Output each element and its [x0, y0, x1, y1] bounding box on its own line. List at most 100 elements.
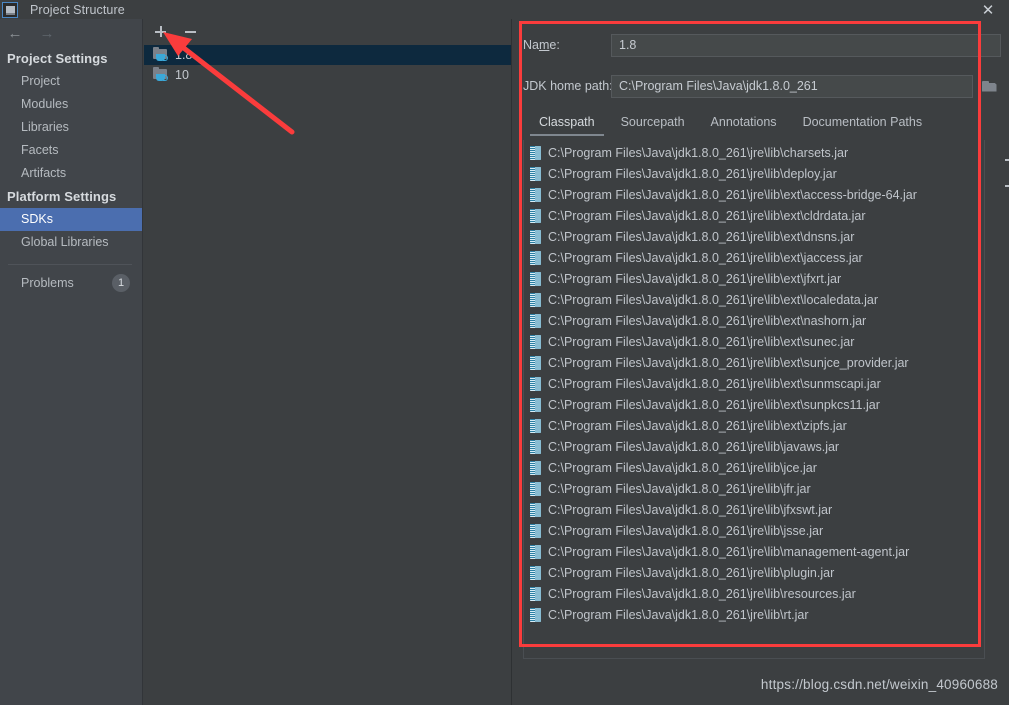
classpath-entry-label: C:\Program Files\Java\jdk1.8.0_261\jre\l…	[548, 229, 855, 244]
classpath-entry-label: C:\Program Files\Java\jdk1.8.0_261\jre\l…	[548, 271, 842, 286]
jar-file-icon	[530, 355, 541, 370]
sidebar-item-libraries[interactable]: Libraries	[0, 116, 142, 139]
classpath-list[interactable]: C:\Program Files\Java\jdk1.8.0_261\jre\l…	[523, 140, 985, 659]
sdk-toolbar	[144, 19, 511, 45]
classpath-row[interactable]: C:\Program Files\Java\jdk1.8.0_261\jre\l…	[524, 478, 984, 499]
classpath-row[interactable]: C:\Program Files\Java\jdk1.8.0_261\jre\l…	[524, 352, 984, 373]
list-item[interactable]: 1.8	[144, 45, 511, 65]
sidebar-item-artifacts[interactable]: Artifacts	[0, 162, 142, 185]
jdk-home-path-row: JDK home path: C:\Program Files\Java\jdk…	[513, 73, 1009, 99]
list-item[interactable]: 10	[144, 65, 511, 85]
folder-open-icon[interactable]	[975, 75, 1003, 98]
classpath-entry-label: C:\Program Files\Java\jdk1.8.0_261\jre\l…	[548, 418, 847, 433]
jar-file-icon	[530, 313, 541, 328]
classpath-row[interactable]: C:\Program Files\Java\jdk1.8.0_261\jre\l…	[524, 499, 984, 520]
name-label: Name:	[523, 38, 560, 52]
name-field-row: Name: 1.8	[513, 32, 1009, 58]
title-bar: Project Structure ✕	[0, 0, 1009, 19]
window-title: Project Structure	[30, 2, 125, 17]
classpath-row[interactable]: C:\Program Files\Java\jdk1.8.0_261\jre\l…	[524, 373, 984, 394]
classpath-entry-label: C:\Program Files\Java\jdk1.8.0_261\jre\l…	[548, 334, 855, 349]
classpath-row[interactable]: C:\Program Files\Java\jdk1.8.0_261\jre\l…	[524, 142, 984, 163]
classpath-entry-label: C:\Program Files\Java\jdk1.8.0_261\jre\l…	[548, 523, 824, 538]
classpath-row[interactable]: C:\Program Files\Java\jdk1.8.0_261\jre\l…	[524, 520, 984, 541]
jar-file-icon	[530, 460, 541, 475]
name-input[interactable]: 1.8	[611, 33, 1001, 57]
classpath-row[interactable]: C:\Program Files\Java\jdk1.8.0_261\jre\l…	[524, 562, 984, 583]
classpath-row[interactable]: C:\Program Files\Java\jdk1.8.0_261\jre\l…	[524, 541, 984, 562]
classpath-entry-label: C:\Program Files\Java\jdk1.8.0_261\jre\l…	[548, 376, 881, 391]
arrow-left-icon[interactable]: ←	[4, 22, 26, 44]
classpath-row[interactable]: C:\Program Files\Java\jdk1.8.0_261\jre\l…	[524, 310, 984, 331]
sdk-item-label: 1.8	[175, 48, 193, 62]
classpath-row[interactable]: C:\Program Files\Java\jdk1.8.0_261\jre\l…	[524, 436, 984, 457]
sdk-detail-panel: Name: 1.8 JDK home path: C:\Program File…	[513, 19, 1009, 705]
problems-count-badge: 1	[112, 274, 130, 292]
classpath-row[interactable]: C:\Program Files\Java\jdk1.8.0_261\jre\l…	[524, 226, 984, 247]
classpath-entry-label: C:\Program Files\Java\jdk1.8.0_261\jre\l…	[548, 166, 837, 181]
jar-file-icon	[530, 376, 541, 391]
jar-file-icon	[530, 334, 541, 349]
sidebar-item-project[interactable]: Project	[0, 70, 142, 93]
sidebar-item-problems[interactable]: Problems 1	[0, 265, 142, 292]
classpath-entry-label: C:\Program Files\Java\jdk1.8.0_261\jre\l…	[548, 187, 917, 202]
classpath-row[interactable]: C:\Program Files\Java\jdk1.8.0_261\jre\l…	[524, 604, 984, 625]
tab-sourcepath[interactable]: Sourcepath	[608, 115, 698, 136]
sidebar-item-global-libraries[interactable]: Global Libraries	[0, 231, 142, 254]
jar-file-icon	[530, 145, 541, 160]
settings-sidebar: ← → Project Settings Project Modules Lib…	[0, 19, 143, 705]
project-structure-dialog: Project Structure ✕ ← → Project Settings…	[0, 0, 1009, 705]
classpath-side-toolbar	[1000, 140, 1009, 659]
jar-file-icon	[530, 502, 541, 517]
classpath-row[interactable]: C:\Program Files\Java\jdk1.8.0_261\jre\l…	[524, 205, 984, 226]
classpath-entry-label: C:\Program Files\Java\jdk1.8.0_261\jre\l…	[548, 460, 817, 475]
classpath-row[interactable]: C:\Program Files\Java\jdk1.8.0_261\jre\l…	[524, 184, 984, 205]
sidebar-item-facets[interactable]: Facets	[0, 139, 142, 162]
sdk-list-panel: 1.8 10	[144, 19, 512, 705]
plus-icon[interactable]	[152, 23, 170, 41]
classpath-row[interactable]: C:\Program Files\Java\jdk1.8.0_261\jre\l…	[524, 289, 984, 310]
jar-file-icon	[530, 607, 541, 622]
classpath-row[interactable]: C:\Program Files\Java\jdk1.8.0_261\jre\l…	[524, 247, 984, 268]
sdk-item-label: 10	[175, 68, 189, 82]
classpath-row[interactable]: C:\Program Files\Java\jdk1.8.0_261\jre\l…	[524, 415, 984, 436]
classpath-entry-label: C:\Program Files\Java\jdk1.8.0_261\jre\l…	[548, 607, 809, 622]
nav-arrows: ← →	[0, 19, 142, 47]
minus-icon[interactable]	[1003, 178, 1009, 194]
sidebar-item-modules[interactable]: Modules	[0, 93, 142, 116]
tab-classpath[interactable]: Classpath	[526, 115, 608, 136]
jar-file-icon	[530, 292, 541, 307]
jar-file-icon	[530, 229, 541, 244]
close-icon[interactable]: ✕	[977, 0, 999, 19]
detail-tabs: Classpath Sourcepath Annotations Documen…	[513, 108, 1009, 136]
classpath-row[interactable]: C:\Program Files\Java\jdk1.8.0_261\jre\l…	[524, 394, 984, 415]
tab-documentation-paths[interactable]: Documentation Paths	[790, 115, 936, 136]
classpath-entry-label: C:\Program Files\Java\jdk1.8.0_261\jre\l…	[548, 439, 840, 454]
jar-file-icon	[530, 523, 541, 538]
jar-file-icon	[530, 544, 541, 559]
jar-file-icon	[530, 481, 541, 496]
jar-file-icon	[530, 208, 541, 223]
classpath-entry-label: C:\Program Files\Java\jdk1.8.0_261\jre\l…	[548, 292, 879, 307]
classpath-row[interactable]: C:\Program Files\Java\jdk1.8.0_261\jre\l…	[524, 457, 984, 478]
jar-file-icon	[530, 187, 541, 202]
ide-window-icon	[2, 1, 18, 18]
classpath-entry-label: C:\Program Files\Java\jdk1.8.0_261\jre\l…	[548, 145, 849, 160]
classpath-row[interactable]: C:\Program Files\Java\jdk1.8.0_261\jre\l…	[524, 331, 984, 352]
classpath-row[interactable]: C:\Program Files\Java\jdk1.8.0_261\jre\l…	[524, 268, 984, 289]
watermark-text: https://blog.csdn.net/weixin_40960688	[760, 677, 998, 692]
minus-icon[interactable]	[182, 23, 200, 41]
tab-annotations[interactable]: Annotations	[698, 115, 790, 136]
classpath-entry-label: C:\Program Files\Java\jdk1.8.0_261\jre\l…	[548, 544, 910, 559]
classpath-list-wrapper: C:\Program Files\Java\jdk1.8.0_261\jre\l…	[523, 140, 985, 659]
classpath-entry-label: C:\Program Files\Java\jdk1.8.0_261\jre\l…	[548, 250, 863, 265]
jar-file-icon	[530, 565, 541, 580]
classpath-row[interactable]: C:\Program Files\Java\jdk1.8.0_261\jre\l…	[524, 583, 984, 604]
classpath-row[interactable]: C:\Program Files\Java\jdk1.8.0_261\jre\l…	[524, 163, 984, 184]
jdk-home-path-input[interactable]: C:\Program Files\Java\jdk1.8.0_261	[611, 74, 973, 98]
plus-icon[interactable]	[1003, 152, 1009, 168]
sidebar-item-sdks[interactable]: SDKs	[0, 208, 142, 231]
jdk-home-path-label: JDK home path:	[523, 79, 613, 93]
group-title-platform-settings: Platform Settings	[7, 189, 117, 204]
arrow-right-icon[interactable]: →	[36, 22, 58, 44]
